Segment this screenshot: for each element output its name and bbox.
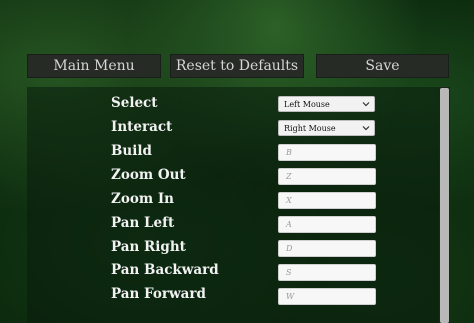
binding-label-pan-backward: Pan Backward bbox=[111, 262, 219, 278]
keybinding-panel: Select Left Mouse Interact Right Mouse B… bbox=[27, 87, 450, 323]
binding-label-pan-left: Pan Left bbox=[111, 215, 175, 231]
reset-defaults-button[interactable]: Reset to Defaults bbox=[170, 54, 304, 78]
binding-input-pan-backward[interactable]: S bbox=[278, 264, 376, 281]
save-button[interactable]: Save bbox=[316, 54, 449, 78]
binding-input-zoom-in[interactable]: X bbox=[278, 192, 376, 209]
binding-label-zoom-out: Zoom Out bbox=[111, 167, 186, 183]
main-menu-button[interactable]: Main Menu bbox=[27, 54, 161, 78]
binding-label-build: Build bbox=[111, 143, 152, 159]
chevron-down-icon bbox=[362, 126, 370, 131]
binding-label-pan-forward: Pan Forward bbox=[111, 286, 206, 302]
binding-input-pan-forward[interactable]: W bbox=[278, 288, 376, 305]
binding-input-pan-left[interactable]: A bbox=[278, 216, 376, 233]
binding-label-pan-right: Pan Right bbox=[111, 239, 186, 255]
binding-value: Right Mouse bbox=[284, 123, 336, 133]
binding-select-interact[interactable]: Right Mouse bbox=[278, 120, 375, 136]
binding-input-build[interactable]: B bbox=[278, 144, 376, 161]
binding-label-zoom-in: Zoom In bbox=[111, 191, 174, 207]
binding-input-pan-right[interactable]: D bbox=[278, 240, 376, 257]
chevron-down-icon bbox=[362, 102, 370, 107]
binding-label-select: Select bbox=[111, 95, 158, 111]
binding-value: Left Mouse bbox=[284, 99, 330, 109]
binding-input-zoom-out[interactable]: Z bbox=[278, 168, 376, 185]
binding-select-select[interactable]: Left Mouse bbox=[278, 96, 375, 112]
scrollbar-thumb[interactable] bbox=[440, 88, 449, 323]
binding-label-interact: Interact bbox=[111, 119, 173, 135]
